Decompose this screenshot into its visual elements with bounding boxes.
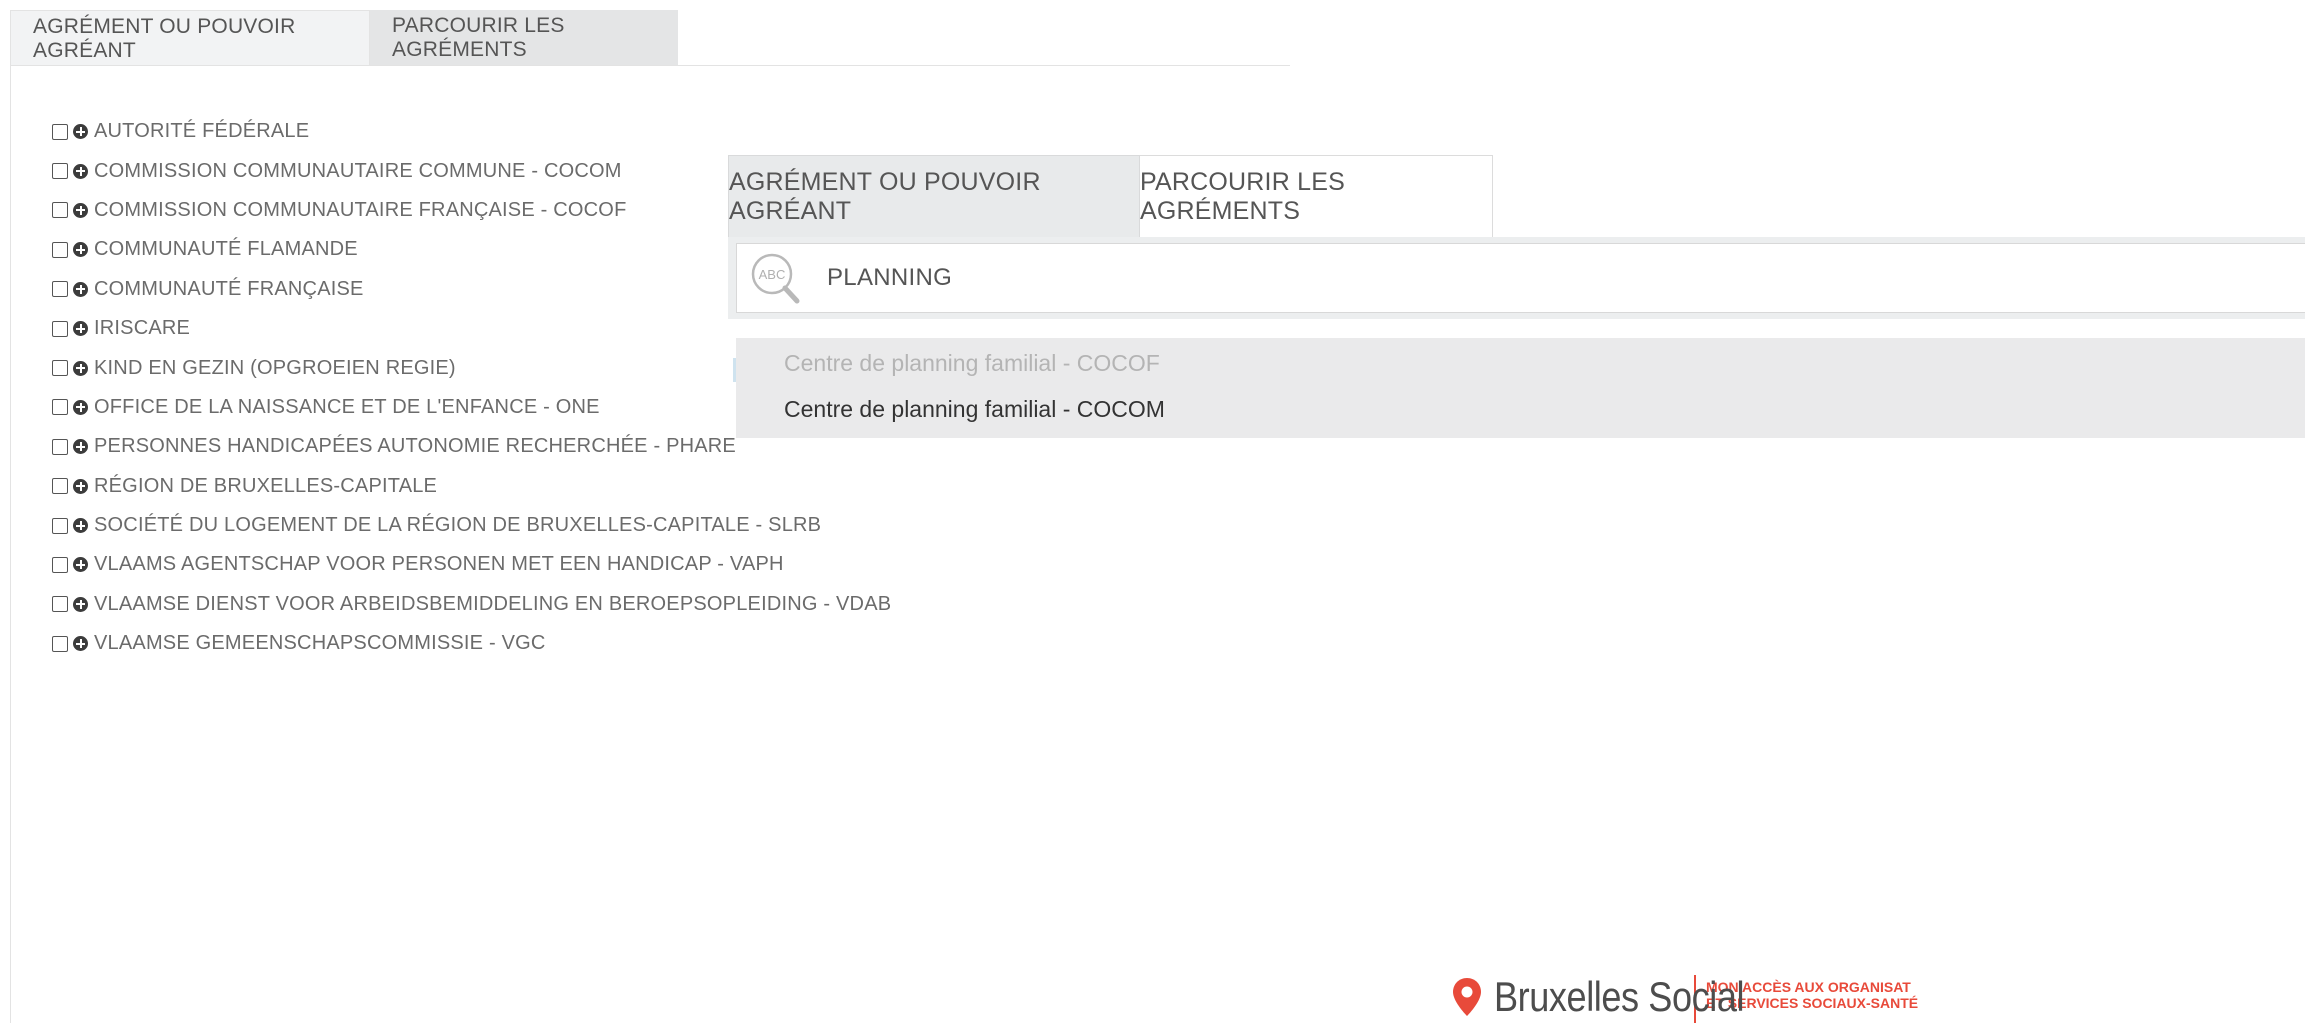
tab-label: PARCOURIR LES AGRÉMENTS bbox=[1140, 168, 1345, 225]
autocomplete-results: Centre de planning familial - COCOF Cent… bbox=[736, 338, 2305, 438]
brand-logo[interactable]: Bruxelles Social MON ACCÈS AUX ORGANISAT… bbox=[1452, 971, 1918, 1023]
result-label: Centre de planning familial - COCOM bbox=[784, 395, 1165, 422]
expand-plus-icon[interactable] bbox=[73, 478, 88, 494]
agency-label: PERSONNES HANDICAPÉES AUTONOMIE RECHERCH… bbox=[94, 435, 736, 458]
list-item: SOCIÉTÉ DU LOGEMENT DE LA RÉGION DE BRUX… bbox=[52, 506, 891, 545]
search-box: ABC bbox=[736, 243, 2305, 313]
agency-label: AUTORITÉ FÉDÉRALE bbox=[94, 120, 310, 143]
expand-plus-icon[interactable] bbox=[73, 636, 88, 652]
result-item[interactable]: Centre de planning familial - COCOF bbox=[736, 340, 2305, 386]
tab-parcourir-agrements[interactable]: PARCOURIR LES AGRÉMENTS bbox=[370, 10, 678, 66]
tab-label: PARCOURIR LES AGRÉMENTS bbox=[392, 14, 565, 61]
abc-icon-text: ABC bbox=[759, 267, 786, 282]
expand-plus-icon[interactable] bbox=[73, 439, 88, 455]
tab-label: AGRÉMENT OU POUVOIR AGRÉANT bbox=[33, 14, 296, 62]
list-item: VLAAMSE GEMEENSCHAPSCOMMISSIE - VGC bbox=[52, 624, 891, 663]
left-tabs: AGRÉMENT OU POUVOIR AGRÉANT PARCOURIR LE… bbox=[10, 10, 678, 66]
agency-label: VLAAMSE DIENST VOOR ARBEIDSBEMIDDELING E… bbox=[94, 592, 892, 615]
list-item: AUTORITÉ FÉDÉRALE bbox=[52, 112, 891, 151]
brand-name: Bruxelles Social bbox=[1494, 973, 1745, 1020]
expand-plus-icon[interactable] bbox=[73, 202, 88, 218]
agency-label: OFFICE DE LA NAISSANCE ET DE L'ENFANCE -… bbox=[94, 395, 600, 418]
expand-plus-icon[interactable] bbox=[73, 124, 88, 140]
list-item: RÉGION DE BRUXELLES-CAPITALE bbox=[52, 467, 891, 506]
checkbox[interactable] bbox=[52, 478, 68, 495]
expand-plus-icon[interactable] bbox=[73, 242, 88, 258]
list-item: VLAAMSE DIENST VOOR ARBEIDSBEMIDDELING E… bbox=[52, 585, 891, 624]
checkbox[interactable] bbox=[52, 635, 68, 652]
agency-label: VLAAMS AGENTSCHAP VOOR PERSONEN MET EEN … bbox=[94, 553, 784, 576]
checkbox[interactable] bbox=[52, 517, 68, 534]
agency-label: COMMISSION COMMUNAUTAIRE FRANÇAISE - COC… bbox=[94, 198, 627, 221]
agency-label: COMMUNAUTÉ FRANÇAISE bbox=[94, 277, 364, 300]
checkbox[interactable] bbox=[52, 399, 68, 416]
expand-plus-icon[interactable] bbox=[73, 399, 88, 415]
agency-label: VLAAMSE GEMEENSCHAPSCOMMISSIE - VGC bbox=[94, 632, 546, 655]
result-label: Centre de planning familial - COCOF bbox=[784, 349, 1160, 376]
tab-label: AGRÉMENT OU POUVOIR AGRÉANT bbox=[729, 168, 1041, 225]
expand-plus-icon[interactable] bbox=[73, 281, 88, 297]
checkbox[interactable] bbox=[52, 123, 68, 140]
agency-label: RÉGION DE BRUXELLES-CAPITALE bbox=[94, 474, 438, 497]
agency-label: SOCIÉTÉ DU LOGEMENT DE LA RÉGION DE BRUX… bbox=[94, 514, 822, 537]
list-item: VLAAMS AGENTSCHAP VOOR PERSONEN MET EEN … bbox=[52, 545, 891, 584]
tab-parcourir-agrements[interactable]: PARCOURIR LES AGRÉMENTS bbox=[1140, 155, 1493, 238]
checkbox[interactable] bbox=[52, 202, 68, 219]
checkbox[interactable] bbox=[52, 556, 68, 573]
checkbox[interactable] bbox=[52, 438, 68, 455]
agency-label: COMMUNAUTÉ FLAMANDE bbox=[94, 238, 358, 261]
checkbox[interactable] bbox=[52, 241, 68, 258]
checkbox[interactable] bbox=[52, 320, 68, 337]
agency-label: COMMISSION COMMUNAUTAIRE COMMUNE - COCOM bbox=[94, 159, 622, 182]
expand-plus-icon[interactable] bbox=[73, 518, 88, 534]
agency-label: IRISCARE bbox=[94, 317, 191, 340]
tab-agrement-pouvoir[interactable]: AGRÉMENT OU POUVOIR AGRÉANT bbox=[10, 10, 370, 66]
right-panel: AGRÉMENT OU POUVOIR AGRÉANT PARCOURIR LE… bbox=[728, 155, 2305, 445]
checkbox[interactable] bbox=[52, 163, 68, 180]
tab-agrement-pouvoir[interactable]: AGRÉMENT OU POUVOIR AGRÉANT bbox=[728, 155, 1140, 238]
expand-plus-icon[interactable] bbox=[73, 596, 88, 612]
location-pin-icon bbox=[1453, 978, 1481, 1016]
abc-search-icon: ABC bbox=[747, 248, 807, 308]
checkbox[interactable] bbox=[52, 360, 68, 377]
search-container: ABC bbox=[728, 237, 2305, 319]
checkbox[interactable] bbox=[52, 596, 68, 613]
expand-plus-icon[interactable] bbox=[73, 557, 88, 573]
left-panel: AGRÉMENT OU POUVOIR AGRÉANT PARCOURIR LE… bbox=[0, 0, 1290, 1023]
right-tabs: AGRÉMENT OU POUVOIR AGRÉANT PARCOURIR LE… bbox=[728, 155, 1493, 238]
search-input[interactable] bbox=[825, 263, 1529, 293]
result-item[interactable]: Centre de planning familial - COCOM bbox=[736, 386, 2305, 432]
checkbox[interactable] bbox=[52, 281, 68, 298]
expand-plus-icon[interactable] bbox=[73, 321, 88, 337]
agency-label: KIND EN GEZIN (OPGROEIEN REGIE) bbox=[94, 356, 456, 379]
expand-plus-icon[interactable] bbox=[73, 163, 88, 179]
expand-plus-icon[interactable] bbox=[73, 360, 88, 376]
